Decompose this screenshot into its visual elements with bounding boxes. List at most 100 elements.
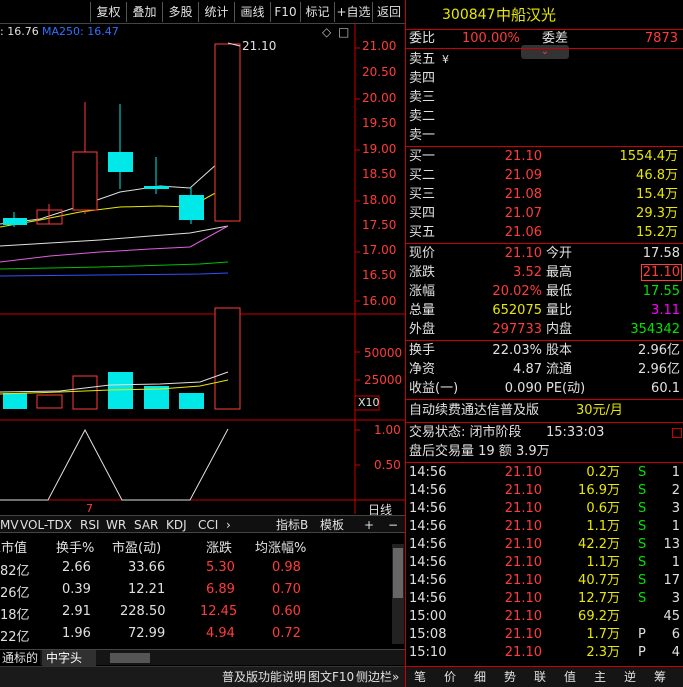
table-row[interactable]: 82亿 2.66 33.66 5.30 0.98 bbox=[0, 560, 390, 582]
sell-row-4[interactable]: 卖四 bbox=[406, 69, 683, 88]
zoom-in-button[interactable]: + bbox=[364, 516, 374, 534]
list-item: 14:56 21.10 42.2万 S 13 bbox=[409, 537, 680, 552]
tab-chou[interactable]: 筹 bbox=[654, 667, 666, 687]
promo-banner[interactable]: 自动续费通达信普及版 30元/月 bbox=[406, 400, 683, 421]
sell-row-3[interactable]: 卖三 bbox=[406, 88, 683, 107]
price-tick: 20.50 bbox=[362, 65, 397, 79]
diamond-icon[interactable]: ◇ bbox=[322, 25, 331, 39]
sheet-scrollbar[interactable] bbox=[110, 653, 150, 663]
toolbar-button-add-fav[interactable]: +自选 bbox=[334, 2, 372, 22]
candle bbox=[144, 157, 169, 194]
price-tick: 20.00 bbox=[362, 91, 397, 105]
yen-icon: ¥ bbox=[442, 53, 449, 66]
sheet-tab-bar: 通标的 中字头 bbox=[0, 649, 405, 666]
tab-xi[interactable]: 细 bbox=[474, 667, 486, 687]
tab-scroll-right[interactable]: › bbox=[226, 516, 231, 534]
quote-row: 涨跌 3.52 最高 21.10 bbox=[409, 264, 682, 281]
buy-row-2[interactable]: 买二 21.09 46.8万 bbox=[406, 166, 683, 185]
list-item: 14:56 21.10 16.9万 S 2 bbox=[409, 483, 680, 498]
list-item: 14:56 21.10 0.6万 S 3 bbox=[409, 501, 680, 516]
table-scrollbar[interactable] bbox=[392, 544, 404, 644]
price-tick: 18.00 bbox=[362, 193, 397, 207]
sidebar-toggle[interactable]: 侧边栏» bbox=[356, 667, 399, 687]
volume-bar bbox=[36, 394, 63, 409]
volume-tick: 25000 bbox=[364, 373, 403, 387]
tab-mv[interactable]: MV bbox=[0, 516, 19, 534]
toolbar-button-stats[interactable]: 统计 bbox=[198, 2, 234, 22]
indicator-b-button[interactable]: 指标B bbox=[276, 516, 308, 534]
expand-icon[interactable] bbox=[672, 428, 682, 438]
tab-kdj[interactable]: KDJ bbox=[166, 516, 187, 534]
tab-vol-tdx[interactable]: VOL-TDX bbox=[20, 516, 72, 534]
list-item: 14:56 21.10 1.1万 S 1 bbox=[409, 555, 680, 570]
toolbar-button-f10[interactable]: F10 bbox=[270, 2, 300, 22]
stock-header: 300847 中船汉光 bbox=[406, 4, 683, 26]
help-link[interactable]: 普及版功能说明 bbox=[222, 667, 306, 687]
table-row[interactable]: 18亿 2.91 228.50 12.45 0.60 bbox=[0, 604, 390, 626]
volume-bar bbox=[3, 393, 27, 409]
ma-label: : 16.76 bbox=[0, 25, 39, 38]
kline-chart[interactable] bbox=[0, 24, 405, 514]
table-row[interactable]: 22亿 1.96 72.99 4.94 0.72 bbox=[0, 626, 390, 648]
sell-row-1[interactable]: 卖一 bbox=[406, 126, 683, 145]
candle bbox=[179, 187, 204, 224]
sell-row-5[interactable]: 卖五 ¥ bbox=[406, 50, 683, 69]
tab-zhu[interactable]: 主 bbox=[594, 667, 606, 687]
list-item: 14:56 21.10 1.1万 S 1 bbox=[409, 519, 680, 534]
price-tick: 16.00 bbox=[362, 294, 397, 308]
price-tick: 17.00 bbox=[362, 243, 397, 257]
quote-row: 涨幅 20.02% 最低 17.55 bbox=[409, 284, 680, 299]
toolbar-button-mark[interactable]: 标记 bbox=[300, 2, 334, 22]
price-tick: 17.50 bbox=[362, 218, 397, 232]
list-item: 14:56 21.10 12.7万 S 3 bbox=[409, 591, 680, 606]
toolbar-button-multi[interactable]: 多股 bbox=[162, 2, 198, 22]
trade-state-row: 交易状态: 闭市阶段 15:33:03 bbox=[409, 425, 605, 440]
tab-wr[interactable]: WR bbox=[106, 516, 126, 534]
tab-sar[interactable]: SAR bbox=[134, 516, 158, 534]
volume-unit-label: X10 bbox=[358, 396, 380, 409]
sector-table: 总市值 换手% 市盈(动) 涨跌 均涨幅% 82亿 2.66 33.66 5.3… bbox=[0, 534, 405, 652]
quote-panel: 300847 中船汉光 委比 100.00% 委差 7873 ⌄ 卖五 ¥ 卖四 … bbox=[405, 0, 683, 687]
zoom-out-button[interactable]: − bbox=[388, 516, 398, 534]
indicator-tick: 1.00 bbox=[374, 423, 401, 437]
tab-zhi[interactable]: 值 bbox=[564, 667, 576, 687]
toolbar-button-fuquan[interactable]: 复权 bbox=[90, 2, 126, 22]
stock-code: 300847 bbox=[442, 7, 496, 23]
stock-name: 中船汉光 bbox=[496, 6, 557, 24]
high-price-annotation: 21.10 bbox=[242, 39, 277, 53]
buy-row-4[interactable]: 买四 21.07 29.3万 bbox=[406, 204, 683, 223]
quote-row: 现价 21.10 今开 17.58 bbox=[409, 246, 680, 261]
table-row[interactable]: 26亿 0.39 12.21 6.89 0.70 bbox=[0, 582, 390, 604]
tab-cci[interactable]: CCI bbox=[198, 516, 218, 534]
tab-jia[interactable]: 价 bbox=[444, 667, 456, 687]
tab-shi[interactable]: 势 bbox=[504, 667, 516, 687]
list-item: 14:56 21.10 40.7万 S 17 bbox=[409, 573, 680, 588]
maximize-icon[interactable]: □ bbox=[338, 25, 349, 39]
sheet-tab-b[interactable]: 中字头 bbox=[42, 650, 96, 666]
sell-row-2[interactable]: 卖二 bbox=[406, 107, 683, 126]
template-button[interactable]: 模板 bbox=[320, 516, 344, 534]
volume-bar bbox=[72, 375, 98, 410]
buy-row-3[interactable]: 买三 21.08 15.4万 bbox=[406, 185, 683, 204]
candle bbox=[36, 204, 63, 225]
tab-bi[interactable]: 笔 bbox=[414, 667, 426, 687]
candle bbox=[108, 104, 133, 189]
toolbar-button-overlay[interactable]: 叠加 bbox=[126, 2, 162, 22]
tick-list[interactable]: 14:56 21.10 0.2万 S 1 14:56 21.10 16.9万 S 2 14:56… bbox=[406, 463, 683, 661]
sheet-tab-a[interactable]: 通标的 bbox=[0, 650, 40, 666]
buy-row-5[interactable]: 买五 21.06 15.2万 bbox=[406, 223, 683, 242]
toolbar-button-back[interactable]: 返回 bbox=[372, 2, 405, 22]
tab-rsi[interactable]: RSI bbox=[80, 516, 100, 534]
volume-bar bbox=[108, 372, 133, 409]
candle bbox=[72, 102, 98, 214]
tab-lian[interactable]: 联 bbox=[534, 667, 546, 687]
toolbar-button-draw[interactable]: 画线 bbox=[234, 2, 270, 22]
f10-link[interactable]: 图文F10 bbox=[308, 667, 354, 687]
list-item: 15:00 21.10 69.2万 45 bbox=[409, 609, 680, 624]
quote-row: 换手 22.03% 股本 2.96亿 bbox=[409, 343, 680, 358]
price-tick: 19.50 bbox=[362, 116, 397, 130]
tab-ni[interactable]: 逆 bbox=[624, 667, 636, 687]
candle bbox=[214, 43, 241, 222]
buy-row-1[interactable]: 买一 21.10 1554.4万 bbox=[406, 147, 683, 166]
list-item: 15:10 21.10 2.3万 P 4 bbox=[409, 645, 680, 660]
